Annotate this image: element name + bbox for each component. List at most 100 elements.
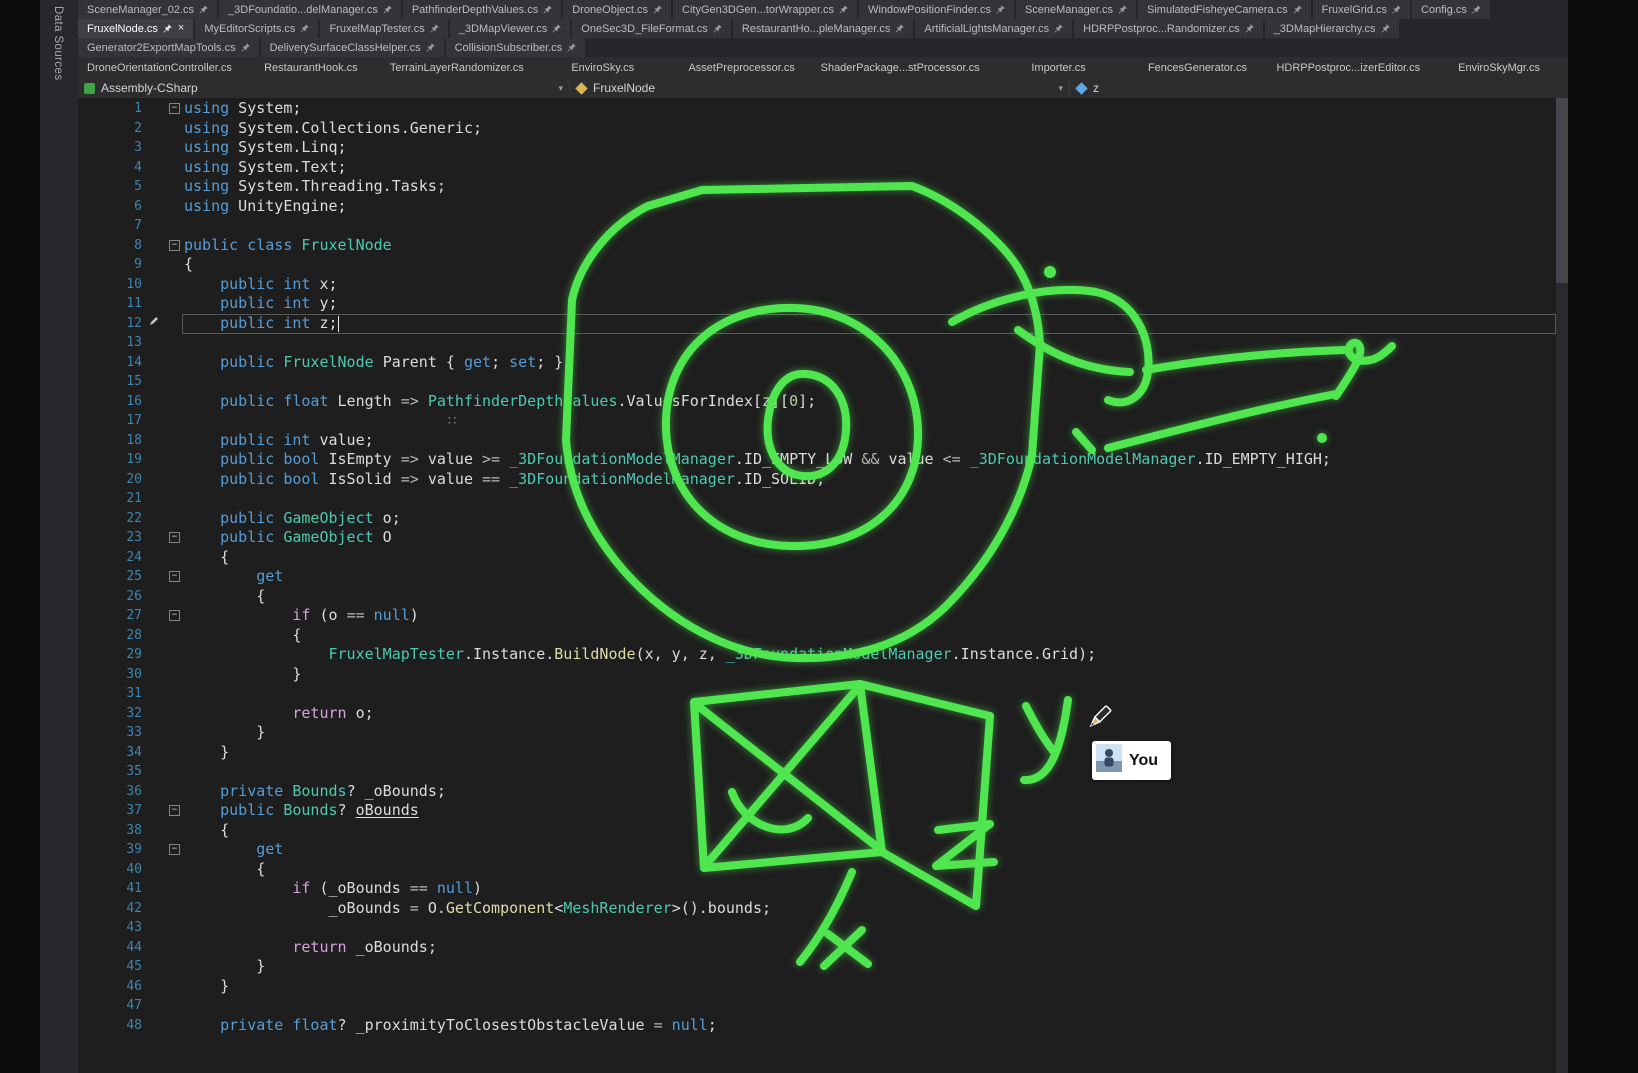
member-dropdown[interactable]: z xyxy=(1070,78,1568,98)
fold-collapse-icon[interactable]: − xyxy=(169,571,180,582)
code-line[interactable]: 17 xyxy=(78,411,1568,431)
fold-collapse-icon[interactable]: − xyxy=(169,805,180,816)
tab[interactable]: FruxelNode.cs× xyxy=(78,19,193,38)
code-line[interactable]: 4using System.Text; xyxy=(78,158,1568,178)
pin-icon[interactable] xyxy=(567,43,576,52)
scrollbar-thumb[interactable] xyxy=(1556,98,1568,283)
tab[interactable]: CollisionSubscriber.cs xyxy=(446,38,586,57)
pin-icon[interactable] xyxy=(1118,5,1127,14)
tab[interactable]: RestaurantHo...pleManager.cs xyxy=(733,19,914,38)
pin-icon[interactable] xyxy=(300,24,309,33)
code-line[interactable]: 31 xyxy=(78,684,1568,704)
tab[interactable]: CityGen3DGen...torWrapper.cs xyxy=(673,0,857,19)
tab[interactable]: Config.cs xyxy=(1412,0,1490,19)
code-line[interactable]: 32 return o; xyxy=(78,704,1568,724)
code-line[interactable]: 33 } xyxy=(78,723,1568,743)
code-line[interactable]: 40 { xyxy=(78,860,1568,880)
code-line[interactable]: 48 private float? _proximityToClosestObs… xyxy=(78,1016,1568,1036)
pin-icon[interactable] xyxy=(839,5,848,14)
code-line[interactable]: 5using System.Threading.Tasks; xyxy=(78,177,1568,197)
pin-icon[interactable] xyxy=(430,24,439,33)
tab[interactable]: FruxelGrid.cs xyxy=(1313,0,1410,19)
pin-icon[interactable] xyxy=(426,43,435,52)
code-line[interactable]: 2using System.Collections.Generic; xyxy=(78,119,1568,139)
close-icon[interactable]: × xyxy=(178,23,184,34)
project-dropdown[interactable]: Assembly-CSharp ▾ xyxy=(78,78,570,98)
pin-icon[interactable] xyxy=(199,5,208,14)
pin-icon[interactable] xyxy=(241,43,250,52)
code-line[interactable]: 21 xyxy=(78,489,1568,509)
code-line[interactable]: 20 public bool IsSolid => value == _3DFo… xyxy=(78,470,1568,490)
fold-collapse-icon[interactable]: − xyxy=(169,240,180,251)
pin-icon[interactable] xyxy=(163,24,172,33)
fold-collapse-icon[interactable]: − xyxy=(169,610,180,621)
code-line[interactable]: 43 xyxy=(78,918,1568,938)
tab[interactable]: _3DFoundatio...delManager.cs xyxy=(219,0,401,19)
tab[interactable]: _3DMapHierarchy.cs xyxy=(1265,19,1399,38)
code-line[interactable]: 35 xyxy=(78,762,1568,782)
code-line[interactable]: 24 { xyxy=(78,548,1568,568)
code-line[interactable]: 8−public class FruxelNode xyxy=(78,236,1568,256)
pin-icon[interactable] xyxy=(552,24,561,33)
code-line[interactable]: 14 public FruxelNode Parent { get; set; … xyxy=(78,353,1568,373)
code-line[interactable]: 39− get xyxy=(78,840,1568,860)
pin-icon[interactable] xyxy=(1245,24,1254,33)
code-line[interactable]: 28 { xyxy=(78,626,1568,646)
tab[interactable]: _3DMapViewer.cs xyxy=(450,19,570,38)
tab[interactable]: EnviroSkyMgr.cs xyxy=(1430,57,1568,78)
tab[interactable]: SceneManager_02.cs xyxy=(78,0,217,19)
code-line[interactable]: 34 } xyxy=(78,743,1568,763)
pin-icon[interactable] xyxy=(653,5,662,14)
code-line[interactable]: 11 public int y; xyxy=(78,294,1568,314)
tab[interactable]: FencesGenerator.cs xyxy=(1129,57,1267,78)
data-sources-tab[interactable]: Data Sources xyxy=(52,6,64,80)
code-line[interactable]: 25− get xyxy=(78,567,1568,587)
code-line[interactable]: 15 xyxy=(78,372,1568,392)
tab[interactable]: HDRPPostproc...Randomizer.cs xyxy=(1074,19,1263,38)
tab[interactable]: EnviroSky.cs xyxy=(534,57,672,78)
code-line[interactable]: 38 { xyxy=(78,821,1568,841)
code-line[interactable]: 47 xyxy=(78,996,1568,1016)
tab[interactable]: DroneObject.cs xyxy=(563,0,671,19)
tab[interactable]: SimulatedFisheyeCamera.cs xyxy=(1138,0,1311,19)
code-line[interactable]: 36 private Bounds? _oBounds; xyxy=(78,782,1568,802)
code-line[interactable]: 18 public int value; xyxy=(78,431,1568,451)
code-line[interactable]: 23− public GameObject O xyxy=(78,528,1568,548)
code-line[interactable]: 27− if (o == null) xyxy=(78,606,1568,626)
code-line[interactable]: 12 public int z; xyxy=(78,314,1568,334)
pin-icon[interactable] xyxy=(383,5,392,14)
tab[interactable]: SceneManager.cs xyxy=(1016,0,1136,19)
code-line[interactable]: 13 xyxy=(78,333,1568,353)
tab[interactable]: HDRPPostproc...izerEditor.cs xyxy=(1267,57,1429,78)
code-line[interactable]: 30 } xyxy=(78,665,1568,685)
pin-icon[interactable] xyxy=(1472,5,1481,14)
code-line[interactable]: 26 { xyxy=(78,587,1568,607)
fold-collapse-icon[interactable]: − xyxy=(169,103,180,114)
code-line[interactable]: 45 } xyxy=(78,957,1568,977)
tab[interactable]: MyEditorScripts.cs xyxy=(195,19,318,38)
code-line[interactable]: 37− public Bounds? oBounds xyxy=(78,801,1568,821)
pin-icon[interactable] xyxy=(1392,5,1401,14)
code-line[interactable]: 29 FruxelMapTester.Instance.BuildNode(x,… xyxy=(78,645,1568,665)
pin-icon[interactable] xyxy=(1054,24,1063,33)
pin-icon[interactable] xyxy=(895,24,904,33)
code-line[interactable]: 22 public GameObject o; xyxy=(78,509,1568,529)
tab[interactable]: DeliverySurfaceClassHelper.cs xyxy=(261,38,444,57)
pin-icon[interactable] xyxy=(713,24,722,33)
tab[interactable]: TerrainLayerRandomizer.cs xyxy=(381,57,533,78)
tab[interactable]: WindowPositionFinder.cs xyxy=(859,0,1014,19)
code-line[interactable]: 3using System.Linq; xyxy=(78,138,1568,158)
code-line[interactable]: 10 public int x; xyxy=(78,275,1568,295)
tab[interactable]: ShaderPackage...stProcessor.cs xyxy=(812,57,989,78)
pin-icon[interactable] xyxy=(1293,5,1302,14)
code-line[interactable]: 44 return _oBounds; xyxy=(78,938,1568,958)
chevron-down-icon[interactable]: ▾ xyxy=(1058,83,1063,94)
pin-icon[interactable] xyxy=(543,5,552,14)
pin-icon[interactable] xyxy=(996,5,1005,14)
code-line[interactable]: 7 xyxy=(78,216,1568,236)
code-editor[interactable]: 1−using System;2using System.Collections… xyxy=(78,98,1568,1073)
code-surface[interactable]: 1−using System;2using System.Collections… xyxy=(78,98,1568,1035)
tab[interactable]: Importer.cs xyxy=(990,57,1128,78)
tab[interactable]: DroneOrientationController.cs xyxy=(78,57,241,78)
code-line[interactable]: 16 public float Length => PathfinderDept… xyxy=(78,392,1568,412)
